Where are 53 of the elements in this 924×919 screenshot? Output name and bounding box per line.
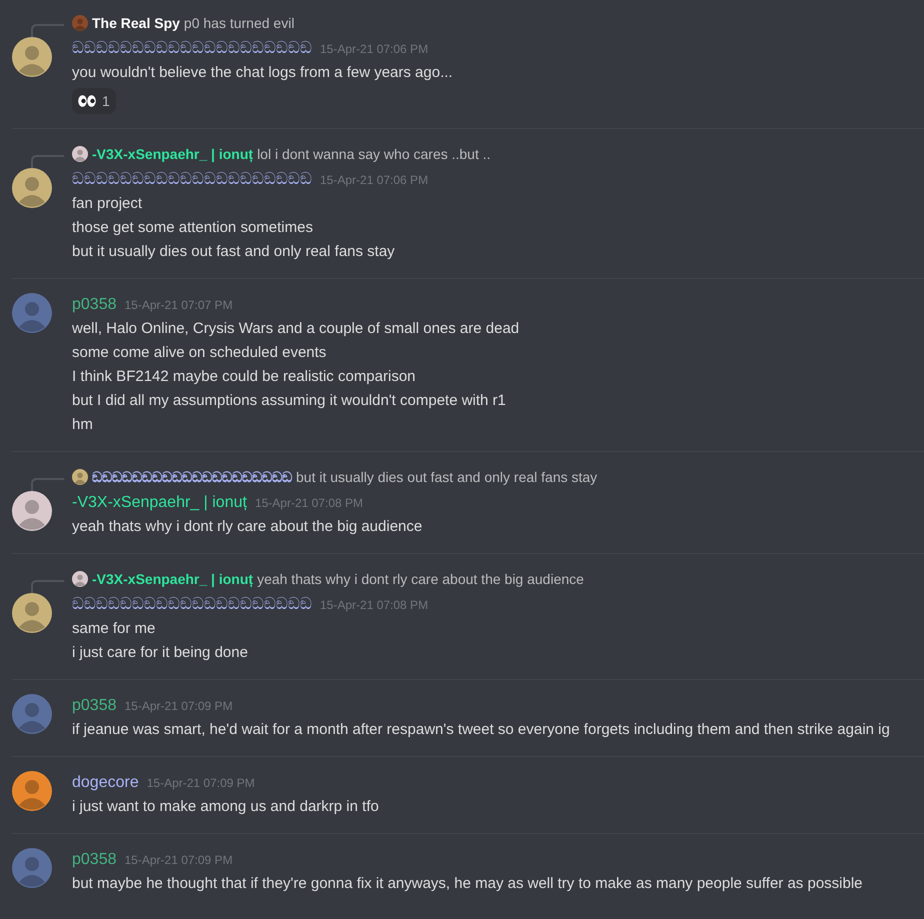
message-text: those get some attention sometimes [72, 218, 314, 238]
reply-avatar[interactable] [72, 469, 88, 485]
author-name[interactable]: p0358 [72, 293, 116, 317]
message-text: yeah thats why i dont rly care about the big audience [72, 517, 424, 537]
reply-preview[interactable]: yeah thats why i dont rly care about the big audience [257, 571, 584, 587]
reaction-button[interactable]: 1 [72, 88, 116, 114]
author-name[interactable]: p0358 [72, 694, 116, 718]
message-text: i just want to make among us and darkrp in tfo [72, 797, 380, 817]
reply-connector [30, 579, 64, 593]
author-name[interactable]: -V3X-xSenpaehr_ | ionuț [72, 491, 247, 515]
avatar[interactable] [12, 37, 52, 77]
reply-author[interactable]: ඞඞඞඞඞඞඞඞඞඞඞඞඞඞඞඞඞඞඞඞ [92, 468, 292, 486]
timestamp: 15-Apr-21 07:09 PM [146, 775, 255, 792]
reply-author[interactable]: -V3X-xSenpaehr_ | ionuț [92, 146, 254, 162]
message-text: I think BF2142 maybe could be realistic comparison [72, 367, 417, 387]
reply-author[interactable]: -V3X-xSenpaehr_ | ionuț [92, 571, 254, 587]
message-text: hm [72, 415, 94, 435]
author-name[interactable]: p0358 [72, 848, 116, 872]
timestamp: 15-Apr-21 07:08 PM [320, 597, 428, 614]
avatar[interactable] [12, 491, 52, 531]
reply-avatar[interactable] [72, 146, 88, 162]
message-text: fan project [72, 194, 144, 214]
avatar[interactable] [12, 168, 52, 208]
reply-author[interactable]: The Real Spy [92, 15, 180, 31]
author-name[interactable]: ඞඞඞඞඞඞඞඞඞඞඞඞඞඞඞඞඞඞඞඞ [72, 168, 312, 192]
message-text: i just care for it being done [72, 643, 249, 663]
author-name[interactable]: ඞඞඞඞඞඞඞඞඞඞඞඞඞඞඞඞඞඞඞඞ [72, 37, 312, 61]
author-name[interactable]: ඞඞඞඞඞඞඞඞඞඞඞඞඞඞඞඞඞඞඞඞ [72, 593, 312, 617]
message-text: if jeanue was smart, he'd wait for a month after respawn's tweet so everyone forgets including them and then strike again ig [72, 720, 891, 740]
message-text: same for me [72, 619, 156, 639]
timestamp: 15-Apr-21 07:09 PM [124, 852, 233, 869]
reply-preview[interactable]: p0 has turned evil [184, 15, 294, 31]
message-text: some come alive on scheduled events [72, 343, 328, 363]
reply-connector [30, 154, 64, 168]
timestamp: 15-Apr-21 07:07 PM [124, 297, 233, 314]
reply-preview[interactable]: but it usually dies out fast and only real fans stay [296, 469, 598, 485]
message-text: you wouldn't believe the chat logs from a few years ago... [72, 63, 454, 83]
avatar[interactable] [12, 771, 52, 811]
timestamp: 15-Apr-21 07:06 PM [320, 172, 428, 189]
timestamp: 15-Apr-21 07:09 PM [124, 698, 233, 715]
message-text: well, Halo Online, Crysis Wars and a couple of small ones are dead [72, 319, 520, 339]
message-text: but maybe he thought that if they're gonna fix it anyways, he may as well try to make as many people suffer as possible [72, 874, 864, 894]
eyes-icon [78, 95, 96, 107]
author-name[interactable]: dogecore [72, 771, 139, 795]
reply-avatar[interactable] [72, 571, 88, 587]
reply-connector [30, 23, 64, 37]
message-text: but I did all my assumptions assuming it wouldn't compete with r1 [72, 391, 507, 411]
reply-connector [30, 477, 64, 491]
avatar[interactable] [12, 593, 52, 633]
timestamp: 15-Apr-21 07:06 PM [320, 41, 428, 58]
message-text: but it usually dies out fast and only real fans stay [72, 242, 396, 262]
reply-preview[interactable]: lol i dont wanna say who cares ..but .. [257, 146, 491, 162]
timestamp: 15-Apr-21 07:08 PM [254, 495, 363, 512]
